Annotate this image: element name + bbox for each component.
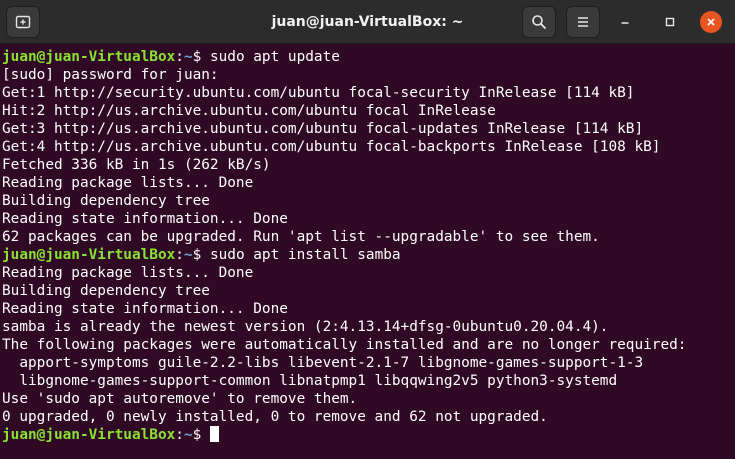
output-line: Building dependency tree — [2, 283, 210, 299]
maximize-icon — [665, 17, 675, 27]
prompt-line: juan@juan-VirtualBox:~$ sudo apt update — [2, 48, 735, 66]
prompt-user-host: juan@juan-VirtualBox — [2, 427, 176, 443]
output-line: apport-symptoms guile-2.2-libs libevent-… — [2, 355, 644, 371]
command-text: sudo apt install samba — [209, 247, 401, 263]
output-line: Hit:2 http://us.archive.ubuntu.com/ubunt… — [2, 103, 496, 119]
output-line: Building dependency tree — [2, 193, 210, 209]
output-line: Use 'sudo apt autoremove' to remove them… — [2, 391, 358, 407]
prompt-symbol: $ — [192, 427, 210, 443]
output-line: [sudo] password for juan: — [2, 67, 219, 83]
search-button[interactable] — [522, 6, 556, 38]
prompt-path: ~ — [183, 427, 193, 443]
prompt-symbol: $ — [192, 247, 210, 263]
maximize-button[interactable] — [659, 11, 681, 33]
prompt-symbol: $ — [192, 49, 210, 65]
terminal-window: juan@juan-VirtualBox: ~ juan@juan-Virtua… — [0, 0, 735, 459]
output-line: Reading package lists... Done — [2, 265, 254, 281]
command-text: sudo apt update — [209, 49, 340, 65]
output-line: Get:1 http://security.ubuntu.com/ubuntu … — [2, 85, 635, 101]
terminal-output[interactable]: juan@juan-VirtualBox:~$ sudo apt update[… — [0, 45, 735, 459]
prompt-path: ~ — [183, 49, 193, 65]
prompt-user-host: juan@juan-VirtualBox — [2, 247, 176, 263]
prompt-user-host: juan@juan-VirtualBox — [2, 49, 176, 65]
title-bar[interactable]: juan@juan-VirtualBox: ~ — [0, 0, 735, 44]
output-line: The following packages were automaticall… — [2, 337, 687, 353]
text-cursor — [209, 426, 219, 442]
output-line: Reading package lists... Done — [2, 175, 254, 191]
output-line: Get:3 http://us.archive.ubuntu.com/ubunt… — [2, 121, 644, 137]
prompt-path: ~ — [183, 247, 193, 263]
output-line: Get:4 http://us.archive.ubuntu.com/ubunt… — [2, 139, 661, 155]
output-line: 0 upgraded, 0 newly installed, 0 to remo… — [2, 409, 548, 425]
search-icon — [532, 15, 546, 29]
output-line: 62 packages can be upgraded. Run 'apt li… — [2, 229, 600, 245]
output-line: Reading state information... Done — [2, 211, 288, 227]
output-line: samba is already the newest version (2:4… — [2, 319, 609, 335]
minimize-icon — [621, 22, 629, 24]
prompt-colon: : — [175, 49, 184, 65]
prompt-colon: : — [175, 247, 184, 263]
prompt-colon: : — [175, 427, 184, 443]
close-button[interactable] — [700, 11, 722, 33]
prompt-line: juan@juan-VirtualBox:~$ sudo apt install… — [2, 246, 735, 264]
prompt-line: juan@juan-VirtualBox:~$ — [2, 426, 735, 444]
hamburger-menu-icon — [578, 17, 588, 27]
output-line: Fetched 336 kB in 1s (262 kB/s) — [2, 157, 271, 173]
output-line: libgnome-games-support-common libnatpmp1… — [2, 373, 618, 389]
output-line: Reading state information... Done — [2, 301, 288, 317]
close-icon — [707, 18, 715, 26]
menu-button[interactable] — [566, 6, 600, 38]
minimize-button[interactable] — [614, 11, 636, 33]
